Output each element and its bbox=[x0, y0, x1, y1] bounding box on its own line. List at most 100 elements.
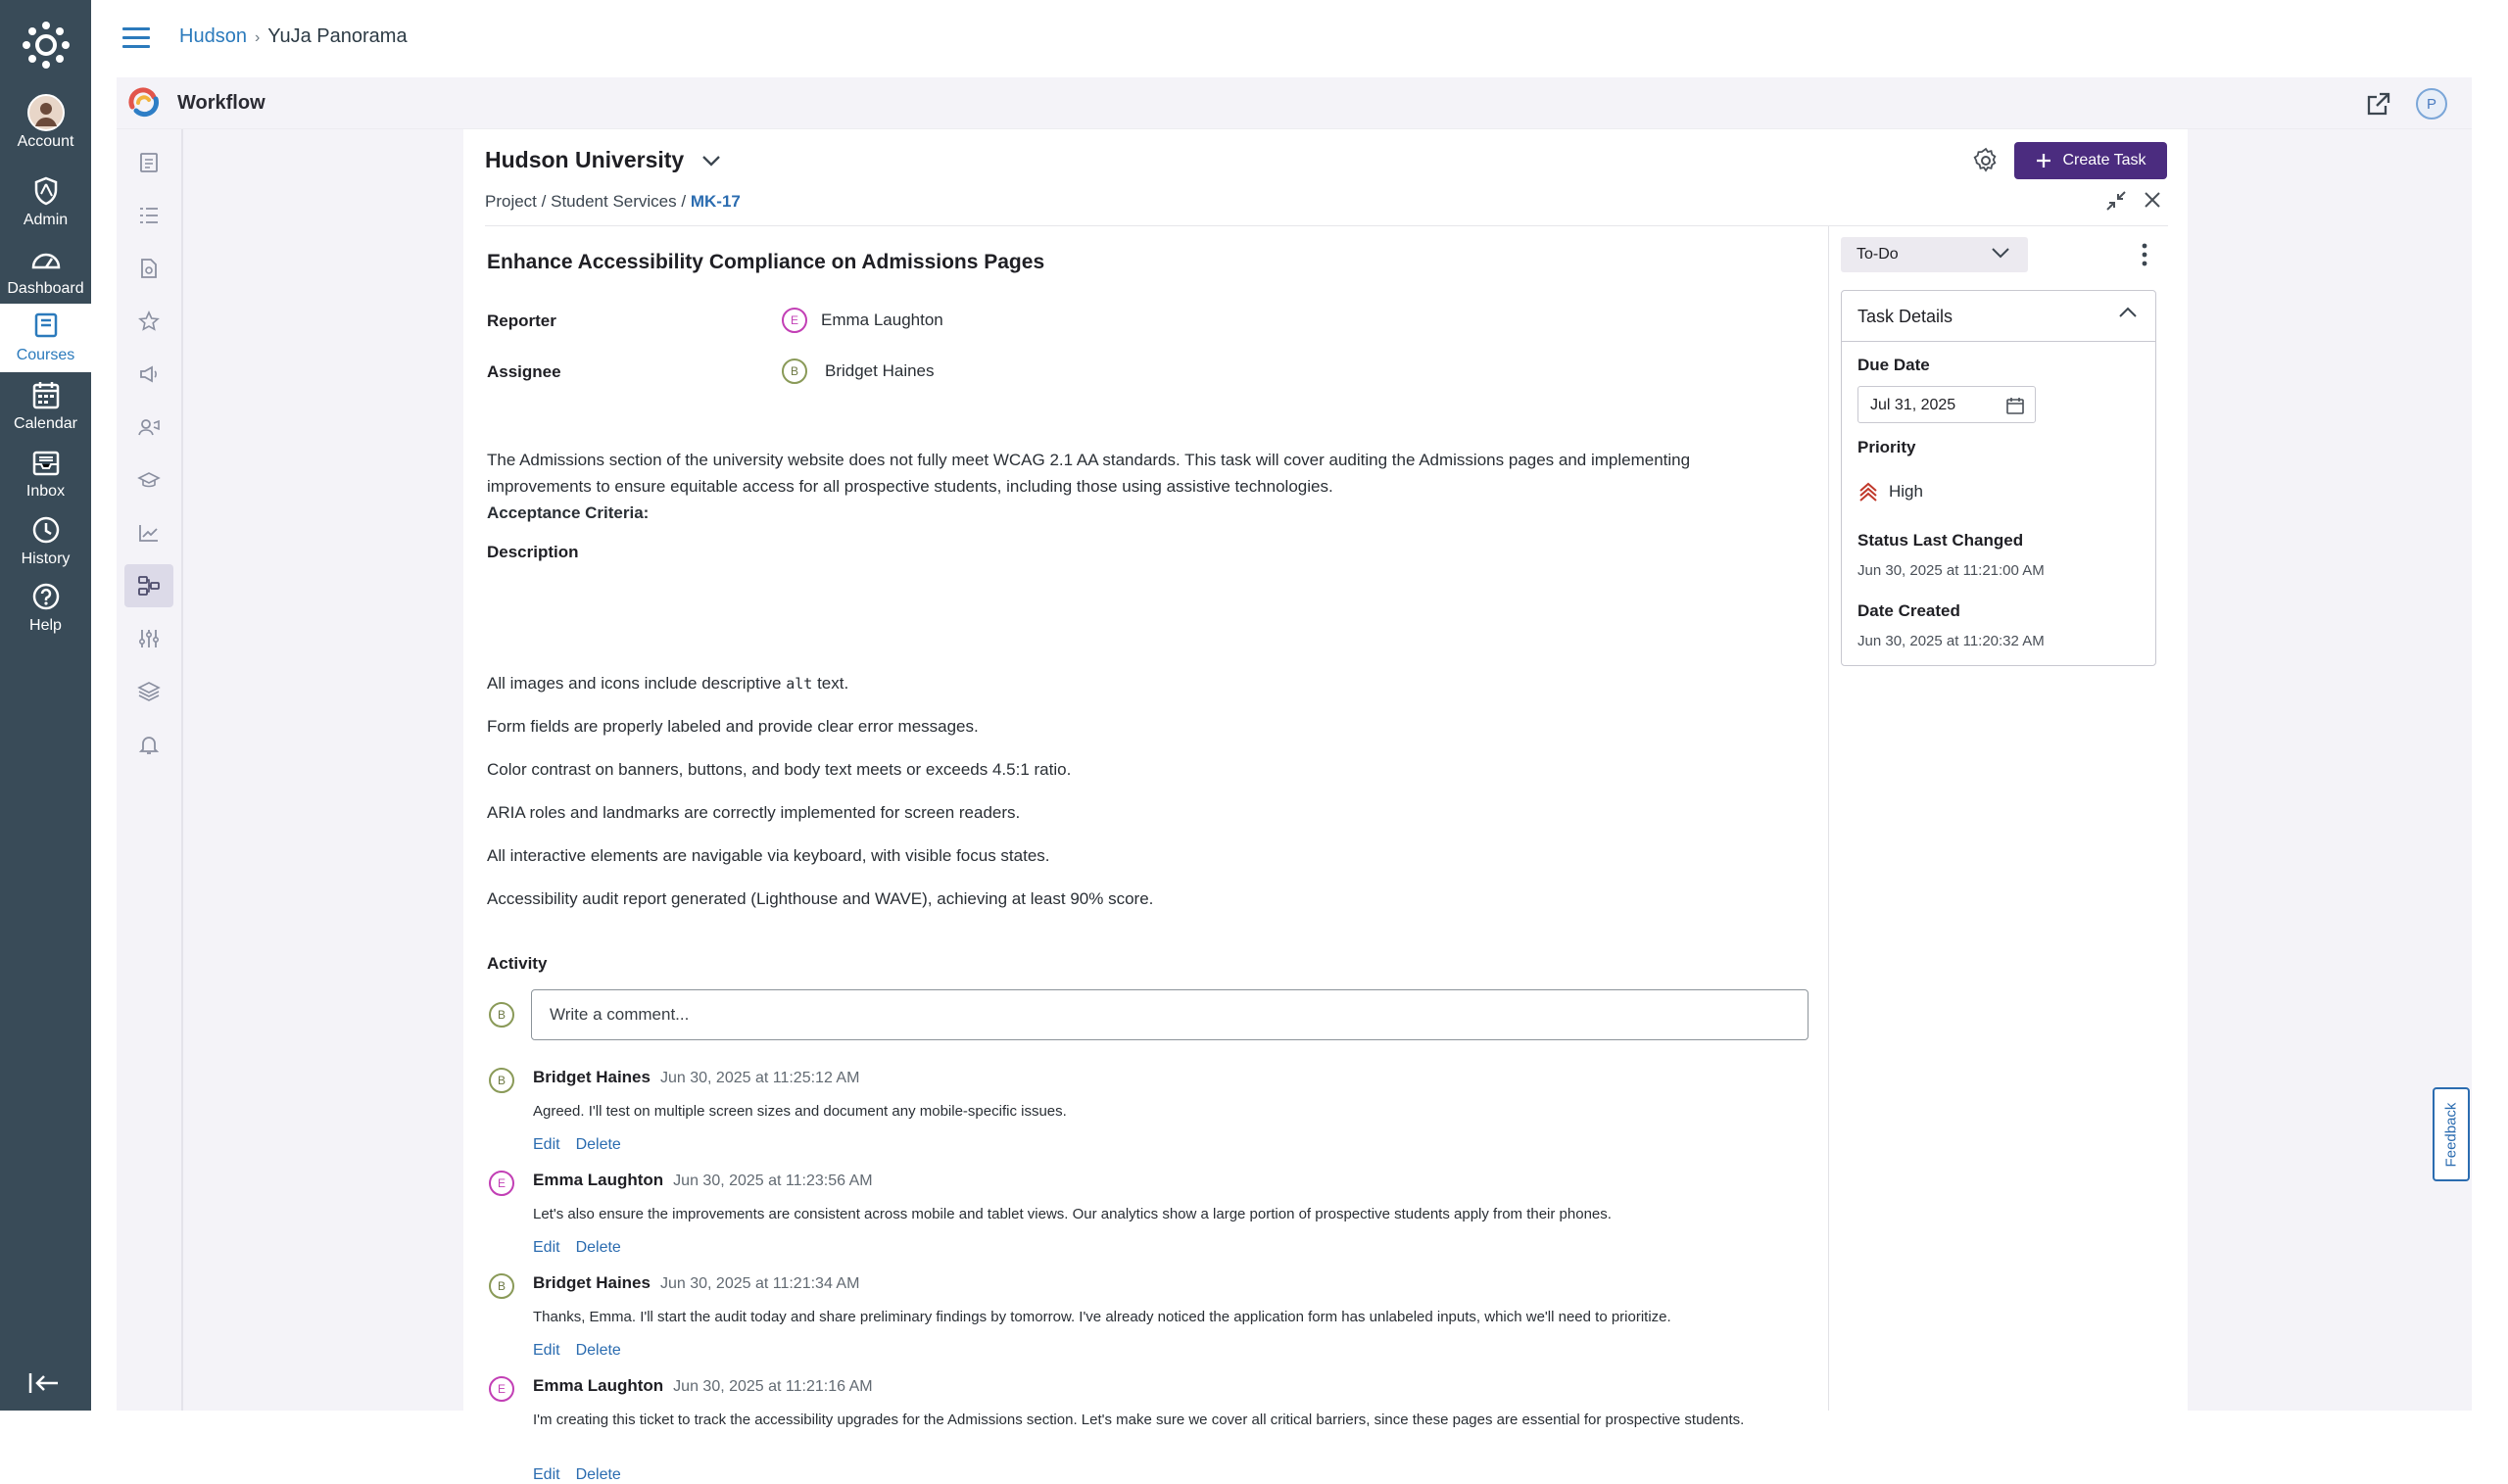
date-created-value: Jun 30, 2025 at 11:20:32 AM bbox=[1857, 633, 2045, 649]
nav-history[interactable]: History bbox=[0, 513, 91, 580]
global-nav: Account Admin Dashboard Courses Calendar… bbox=[0, 0, 91, 1411]
comment-timestamp: Jun 30, 2025 at 11:21:16 AM bbox=[673, 1378, 873, 1395]
criterion: Accessibility audit report generated (Li… bbox=[487, 889, 1154, 908]
breadcrumb-root-link[interactable]: Hudson bbox=[179, 25, 247, 47]
edit-link[interactable]: Edit bbox=[533, 1342, 560, 1359]
user-avatar[interactable]: P bbox=[2416, 88, 2447, 120]
chevron-down-icon bbox=[702, 155, 721, 167]
calendar-icon bbox=[32, 378, 60, 411]
status-dropdown[interactable]: To-Do bbox=[1841, 237, 2028, 272]
comment-timestamp: Jun 30, 2025 at 11:23:56 AM bbox=[673, 1173, 873, 1189]
delete-link[interactable]: Delete bbox=[576, 1466, 621, 1483]
priority[interactable]: High bbox=[1857, 481, 1923, 503]
comment-text: Agreed. I'll test on multiple screen siz… bbox=[533, 1103, 1067, 1120]
criterion-text: All images and icons include descriptive bbox=[487, 674, 782, 693]
delete-link[interactable]: Delete bbox=[576, 1239, 621, 1256]
due-date-input[interactable]: Jul 31, 2025 bbox=[1857, 386, 2036, 423]
edit-link[interactable]: Edit bbox=[533, 1136, 560, 1153]
graduation-icon[interactable] bbox=[124, 458, 173, 502]
assignee[interactable]: B Bridget Haines bbox=[782, 359, 935, 384]
comment-author: Emma Laughton bbox=[533, 1376, 664, 1395]
task-details-header[interactable]: Task Details bbox=[1842, 291, 2155, 342]
scrollbar[interactable] bbox=[2472, 77, 2485, 1411]
nav-dashboard[interactable]: Dashboard bbox=[0, 243, 91, 310]
file-search-icon[interactable] bbox=[124, 247, 173, 290]
bell-icon[interactable] bbox=[124, 723, 173, 766]
status-changed-value: Jun 30, 2025 at 11:21:00 AM bbox=[1857, 562, 2045, 579]
priority-value: High bbox=[1889, 482, 1923, 501]
crumb-task-id[interactable]: MK-17 bbox=[691, 192, 741, 211]
megaphone-icon[interactable] bbox=[124, 353, 173, 396]
canvas-logo[interactable] bbox=[0, 18, 91, 72]
nav-label: Account bbox=[17, 133, 74, 150]
due-date-label: Due Date bbox=[1857, 356, 1930, 374]
task-title: Enhance Accessibility Compliance on Admi… bbox=[487, 251, 1045, 273]
criterion: Color contrast on banners, buttons, and … bbox=[487, 760, 1072, 779]
nav-account[interactable]: Account bbox=[0, 94, 91, 163]
nav-courses[interactable]: Courses bbox=[0, 304, 91, 372]
nav-help[interactable]: Help bbox=[0, 580, 91, 646]
criterion: All interactive elements are navigable v… bbox=[487, 846, 1050, 865]
criterion: All images and icons include descriptive… bbox=[487, 674, 848, 694]
document-icon[interactable] bbox=[124, 141, 173, 184]
collapse-arrows-icon[interactable] bbox=[2105, 190, 2127, 212]
nav-admin[interactable]: Admin bbox=[0, 174, 91, 241]
activity-label: Activity bbox=[487, 954, 548, 973]
workflow-title: Workflow bbox=[177, 92, 265, 114]
acceptance-criteria-label: Acceptance Criteria: bbox=[487, 503, 650, 522]
criterion: Form fields are properly labeled and pro… bbox=[487, 717, 979, 736]
checklist-icon[interactable] bbox=[124, 194, 173, 237]
external-link-icon[interactable] bbox=[2366, 91, 2391, 117]
status-changed-label: Status Last Changed bbox=[1857, 531, 2024, 550]
hamburger-menu-icon[interactable] bbox=[122, 27, 150, 49]
comment-avatar: E bbox=[489, 1171, 514, 1196]
create-task-label: Create Task bbox=[2062, 152, 2146, 168]
org-name: Hudson University bbox=[485, 147, 685, 172]
priority-label: Priority bbox=[1857, 438, 1916, 456]
sliders-icon[interactable] bbox=[124, 617, 173, 660]
comment-author: Bridget Haines bbox=[533, 1068, 651, 1086]
crumb-student-services[interactable]: Student Services bbox=[551, 192, 677, 211]
reporter-name: Emma Laughton bbox=[821, 311, 943, 329]
nav-inbox[interactable]: Inbox bbox=[0, 446, 91, 512]
criterion-text: text. bbox=[817, 674, 849, 693]
task-breadcrumb: Project / Student Services / MK-17 bbox=[485, 192, 741, 212]
comment-author: Emma Laughton bbox=[533, 1171, 664, 1189]
comment-input[interactable]: Write a comment... bbox=[531, 989, 1809, 1040]
feedback-button[interactable]: Feedback bbox=[2433, 1087, 2470, 1181]
due-date-value: Jul 31, 2025 bbox=[1870, 397, 1956, 413]
star-icon[interactable] bbox=[124, 300, 173, 343]
dashboard-icon bbox=[30, 243, 62, 276]
assignee-avatar: B bbox=[782, 359, 807, 384]
org-selector[interactable]: Hudson University bbox=[485, 147, 721, 173]
clock-icon bbox=[31, 513, 61, 547]
comment-text: Let's also ensure the improvements are c… bbox=[533, 1206, 1612, 1222]
canvas-logo-icon bbox=[22, 22, 70, 69]
workflow-icon[interactable] bbox=[124, 564, 173, 607]
close-icon[interactable] bbox=[2143, 190, 2164, 212]
question-icon bbox=[31, 580, 61, 613]
edit-link[interactable]: Edit bbox=[533, 1466, 560, 1483]
description-label: Description bbox=[487, 543, 579, 561]
book-icon bbox=[33, 310, 59, 343]
reporter[interactable]: E Emma Laughton bbox=[782, 308, 943, 333]
avatar-icon bbox=[26, 94, 65, 131]
top-header: Hudson › YuJa Panorama bbox=[91, 0, 2508, 76]
more-options-icon[interactable] bbox=[2135, 241, 2154, 268]
description-body: The Admissions section of the university… bbox=[487, 451, 1691, 496]
create-task-button[interactable]: Create Task bbox=[2014, 142, 2167, 179]
nav-calendar[interactable]: Calendar bbox=[0, 378, 91, 445]
layers-icon[interactable] bbox=[124, 670, 173, 713]
delete-link[interactable]: Delete bbox=[576, 1136, 621, 1153]
video-user-icon[interactable] bbox=[124, 406, 173, 449]
crumb-project[interactable]: Project bbox=[485, 192, 537, 211]
reporter-avatar: E bbox=[782, 308, 807, 333]
breadcrumb: Hudson › YuJa Panorama bbox=[179, 25, 408, 48]
collapse-nav-icon[interactable] bbox=[27, 1371, 63, 1401]
delete-link[interactable]: Delete bbox=[576, 1342, 621, 1359]
chevron-up-icon bbox=[2119, 307, 2137, 317]
right-gutter bbox=[2188, 129, 2472, 1411]
analytics-icon[interactable] bbox=[124, 511, 173, 554]
settings-gear-icon[interactable] bbox=[1972, 147, 2002, 176]
edit-link[interactable]: Edit bbox=[533, 1239, 560, 1256]
